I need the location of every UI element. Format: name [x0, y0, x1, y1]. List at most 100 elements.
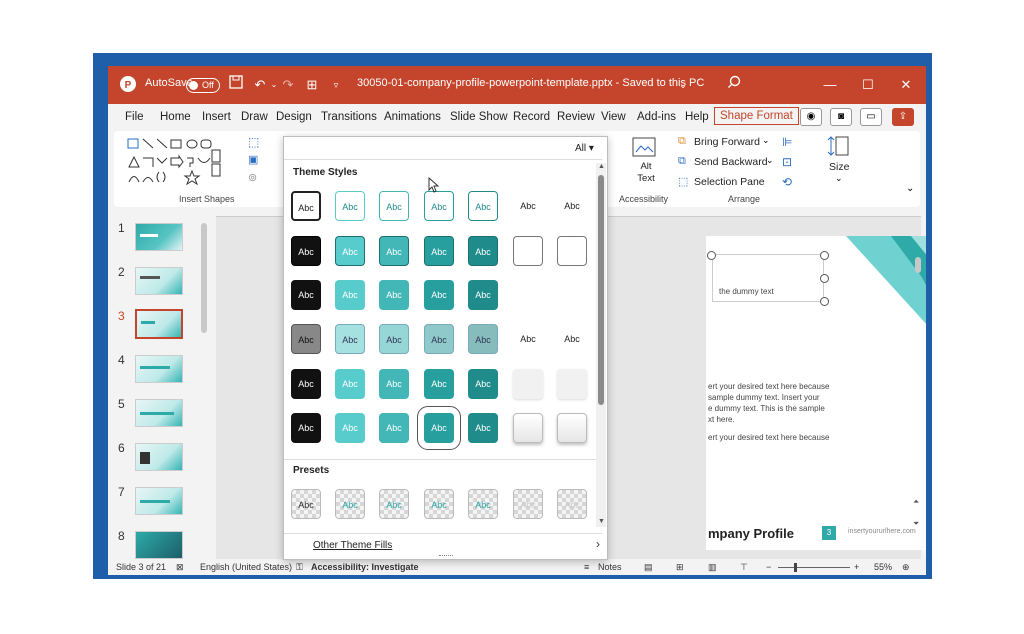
share-icon[interactable]: ⇪ [892, 108, 914, 126]
tab-home[interactable]: Home [160, 111, 191, 123]
notes-button[interactable]: Notes [598, 562, 622, 572]
chevron-right-icon[interactable]: › [596, 537, 600, 551]
shape-style-swatch[interactable]: Abc [468, 369, 498, 399]
previous-slide-icon[interactable]: ⏶ [913, 497, 919, 507]
resize-handle[interactable] [820, 251, 829, 260]
shape-style-swatch[interactable]: Abc [335, 324, 365, 354]
rotate-icon[interactable]: ⟲ [782, 175, 792, 189]
shape-style-swatch[interactable]: Abc [468, 191, 498, 221]
redo-icon[interactable]: ↷ [278, 75, 298, 95]
selection-pane-button[interactable]: Selection Pane [694, 176, 765, 188]
send-backward-chevron-icon[interactable]: ⌄ [766, 155, 774, 166]
shape-style-swatch[interactable]: Abc [335, 413, 365, 443]
preset-swatch[interactable]: Abc [468, 489, 498, 519]
shape-style-swatch[interactable]: Abc [424, 191, 454, 221]
canvas-scrollbar[interactable] [915, 257, 921, 273]
shape-style-swatch[interactable]: Abc [468, 413, 498, 443]
comments-icon[interactable]: ▭ [860, 108, 882, 126]
document-title[interactable]: 30050-01-company-profile-powerpoint-temp… [357, 77, 704, 89]
bring-forward-button[interactable]: Bring Forward [694, 136, 760, 148]
resize-handle[interactable] [707, 251, 716, 260]
text-box-icon[interactable]: ▣ [248, 153, 258, 166]
slide-thumbnail[interactable] [135, 443, 183, 471]
shape-style-swatch[interactable]: Abc [335, 191, 365, 221]
zoom-slider-thumb[interactable] [794, 563, 797, 572]
shape-style-swatch[interactable]: Abc [291, 413, 321, 443]
zoom-slider[interactable] [778, 567, 850, 568]
spell-check-icon[interactable]: ⊠ [176, 562, 184, 573]
shape-style-swatch[interactable]: Abc [468, 280, 498, 310]
size-chevron-icon[interactable]: ⌄ [835, 173, 843, 184]
close-icon[interactable]: ✕ [896, 75, 916, 95]
slide-sorter-icon[interactable]: ⊞ [676, 562, 684, 573]
shape-style-swatch[interactable]: Abc [557, 191, 587, 221]
scroll-down-icon[interactable]: ▼ [598, 518, 605, 525]
preset-swatch[interactable]: Abc [513, 489, 543, 519]
merge-shapes-icon[interactable]: ⊚ [248, 171, 257, 184]
presenter-icon[interactable]: ⊞ [302, 75, 322, 95]
slide-thumbnail[interactable] [135, 531, 183, 559]
alt-text-label[interactable]: Alt Text [634, 161, 658, 185]
collapse-ribbon-icon[interactable]: ⌄ [906, 183, 914, 194]
shape-style-swatch[interactable]: Abc [379, 324, 409, 354]
shape-style-swatch[interactable]: Abc [291, 324, 321, 354]
shape-style-swatch[interactable]: Abc [291, 280, 321, 310]
shape-style-swatch[interactable]: Abc [335, 280, 365, 310]
preset-swatch[interactable]: Abc [424, 489, 454, 519]
shape-style-swatch[interactable]: Abc [424, 369, 454, 399]
save-icon[interactable] [226, 75, 246, 95]
title-chevron-down-icon[interactable]: ⌄ [673, 75, 693, 95]
slide-thumbnail[interactable] [135, 267, 183, 295]
shape-style-swatch[interactable]: Abc [468, 236, 498, 266]
maximize-icon[interactable]: ☐ [858, 75, 878, 95]
shape-style-swatch[interactable]: Abc [335, 369, 365, 399]
size-button[interactable]: Size [829, 161, 849, 173]
shape-style-swatch[interactable]: Abc [513, 324, 543, 354]
record-icon[interactable]: ◉ [800, 108, 822, 126]
slide-show-icon[interactable]: ⊤ [740, 562, 748, 573]
scroll-up-icon[interactable]: ▲ [598, 163, 605, 170]
shape-style-swatch[interactable]: Abc [424, 236, 454, 266]
shape-style-swatch[interactable]: Abc [379, 280, 409, 310]
customize-toolbar-icon[interactable]: ▿ [326, 75, 346, 95]
resize-handle[interactable] [820, 274, 829, 283]
shape-style-swatch[interactable]: Abc [513, 191, 543, 221]
shape-style-swatch[interactable]: Abc [291, 369, 321, 399]
tab-record[interactable]: Record [513, 111, 550, 123]
selection-pane-icon[interactable]: ⬚ [678, 175, 688, 188]
zoom-out-icon[interactable]: − [766, 562, 771, 572]
slide-thumbnail[interactable] [135, 309, 183, 339]
alt-text-icon[interactable] [632, 137, 656, 159]
slide-thumbnail[interactable] [135, 399, 183, 427]
accessibility-status[interactable]: Accessibility: Investigate [311, 562, 419, 572]
shape-style-swatch[interactable]: Abc [557, 324, 587, 354]
slide-thumbnail[interactable] [135, 355, 183, 383]
shape-style-swatch[interactable]: Abc [468, 324, 498, 354]
shape-style-swatch[interactable] [557, 369, 587, 399]
shape-style-swatch[interactable]: Abc [379, 369, 409, 399]
shape-style-swatch[interactable]: Abc [424, 280, 454, 310]
shape-style-swatch[interactable]: Abc [379, 236, 409, 266]
reading-view-icon[interactable]: ▥ [708, 562, 717, 573]
accessibility-icon[interactable]: ⚿ [296, 562, 303, 573]
slide-thumbnail[interactable] [135, 487, 183, 515]
size-icon[interactable] [826, 135, 850, 157]
language-status[interactable]: English (United States) [200, 562, 292, 572]
resize-grip[interactable] [439, 555, 453, 558]
preset-swatch[interactable]: Abc [557, 489, 587, 519]
slide-thumbnail[interactable] [135, 223, 183, 251]
shape-style-swatch[interactable] [513, 369, 543, 399]
resize-handle[interactable] [820, 297, 829, 306]
shape-style-swatch[interactable]: Abc [291, 191, 321, 221]
tab-insert[interactable]: Insert [202, 111, 231, 123]
notes-icon[interactable]: ≡ [584, 562, 589, 572]
shape-style-swatch[interactable]: Abc [379, 413, 409, 443]
preset-swatch[interactable]: Abc [335, 489, 365, 519]
fit-slide-icon[interactable]: ⊕ [902, 562, 910, 573]
send-backward-icon[interactable]: ⧉ [678, 155, 686, 168]
align-icon[interactable]: ⊫ [782, 135, 792, 149]
preset-swatch[interactable]: Abc [379, 489, 409, 519]
tab-add-ins[interactable]: Add-ins [637, 111, 676, 123]
tab-view[interactable]: View [601, 111, 626, 123]
search-icon[interactable] [724, 75, 744, 95]
